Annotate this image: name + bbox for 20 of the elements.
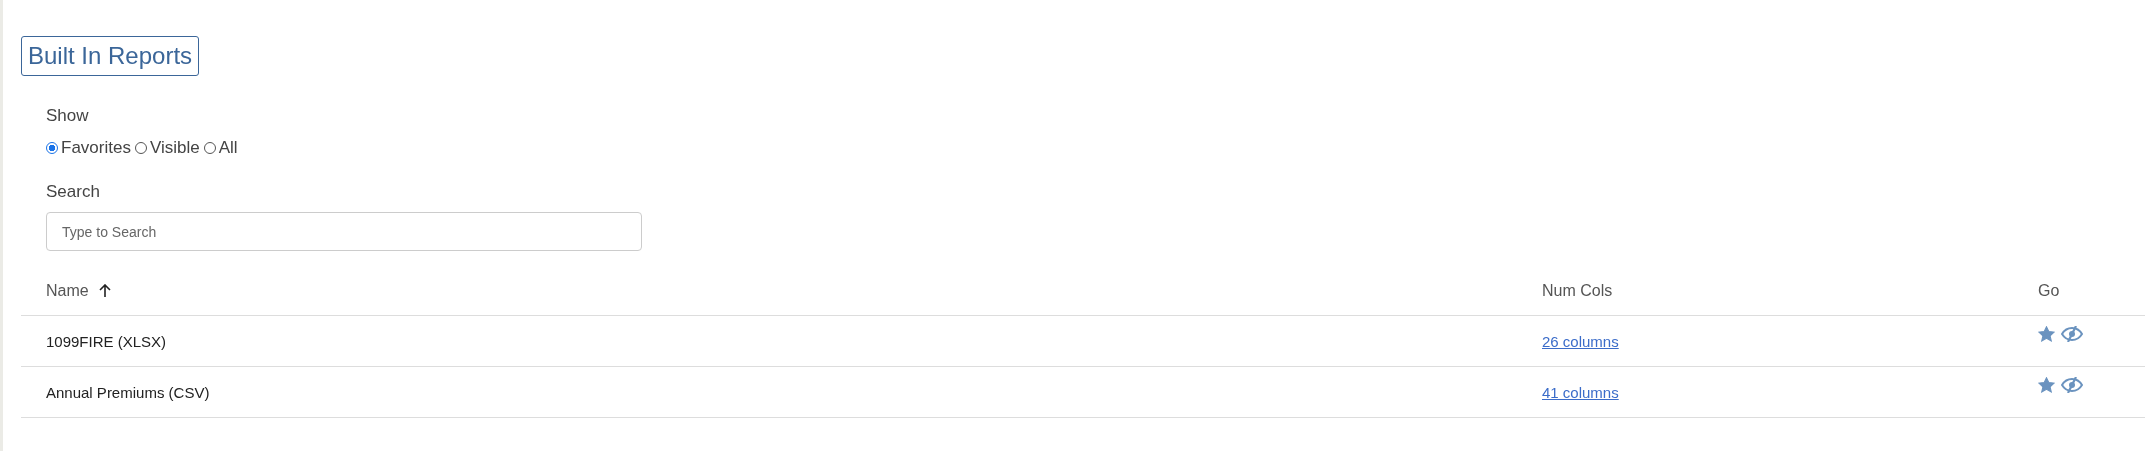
radio-label: Favorites <box>61 138 131 158</box>
eye-icon[interactable] <box>2061 377 2083 393</box>
show-label: Show <box>46 106 90 126</box>
radio-label: Visible <box>149 138 200 158</box>
columns-link[interactable]: 26 columns <box>1542 332 1619 350</box>
star-icon[interactable] <box>2038 377 2055 393</box>
column-header[interactable]: Num Cols <box>1542 282 1613 300</box>
table-cell: 1099FIRE (XLSX) <box>46 332 167 350</box>
sort-arrow-icon[interactable] <box>98 284 111 298</box>
eye-icon[interactable] <box>2061 326 2083 342</box>
search-field[interactable]: Type to Search <box>46 212 642 251</box>
radio-button[interactable] <box>46 142 58 154</box>
search-label: Search <box>46 182 101 202</box>
star-icon[interactable] <box>2038 326 2055 342</box>
column-header[interactable]: Name <box>46 282 89 300</box>
column-header[interactable]: Go <box>2038 282 2060 300</box>
page-title: Built In Reports <box>21 36 200 76</box>
table-cell: Annual Premiums (CSV) <box>46 383 210 401</box>
columns-link[interactable]: 41 columns <box>1542 383 1619 401</box>
radio-label: All <box>218 138 238 158</box>
